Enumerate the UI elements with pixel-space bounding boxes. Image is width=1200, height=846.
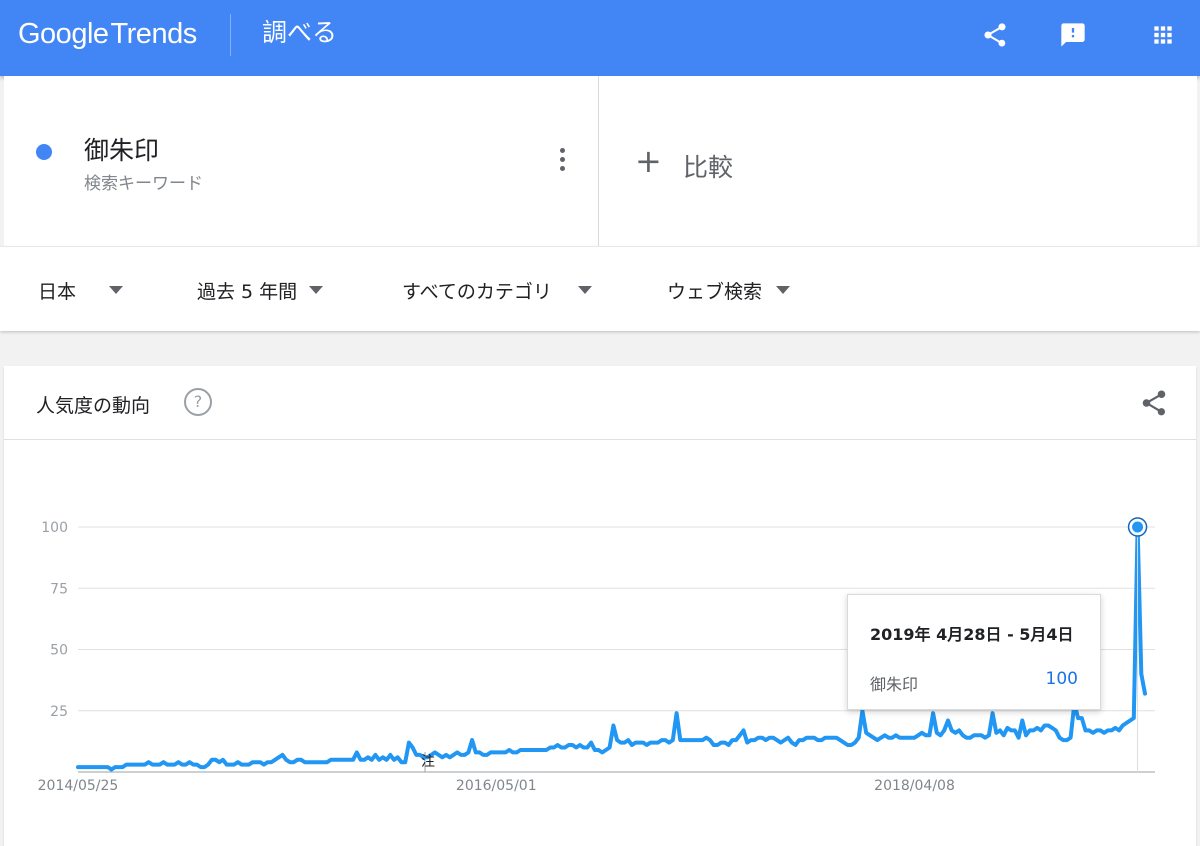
x-tick-label: 2018/04/08: [874, 778, 955, 794]
highlight-point[interactable]: [1129, 518, 1147, 536]
y-tick-label: 100: [41, 520, 68, 536]
tooltip-value: 100: [1045, 669, 1078, 689]
tooltip-date: 2019年 4月28日 - 5月4日: [870, 625, 1074, 644]
y-tick-label: 25: [50, 704, 68, 720]
chart-tooltip: 2019年 4月28日 - 5月4日 御朱印 100: [847, 594, 1101, 710]
x-tick-label: 2014/05/25: [38, 778, 119, 794]
tooltip-term: 御朱印: [870, 675, 919, 694]
y-tick-label: 50: [50, 643, 68, 659]
trend-line-chart[interactable]: 25 50 75 100 2014/05/25 2016/05/01 2018/04/08…: [0, 0, 1200, 846]
y-tick-label: 75: [50, 581, 68, 597]
x-tick-label: 2016/05/01: [456, 778, 537, 794]
note-marker[interactable]: 注: [421, 754, 435, 770]
